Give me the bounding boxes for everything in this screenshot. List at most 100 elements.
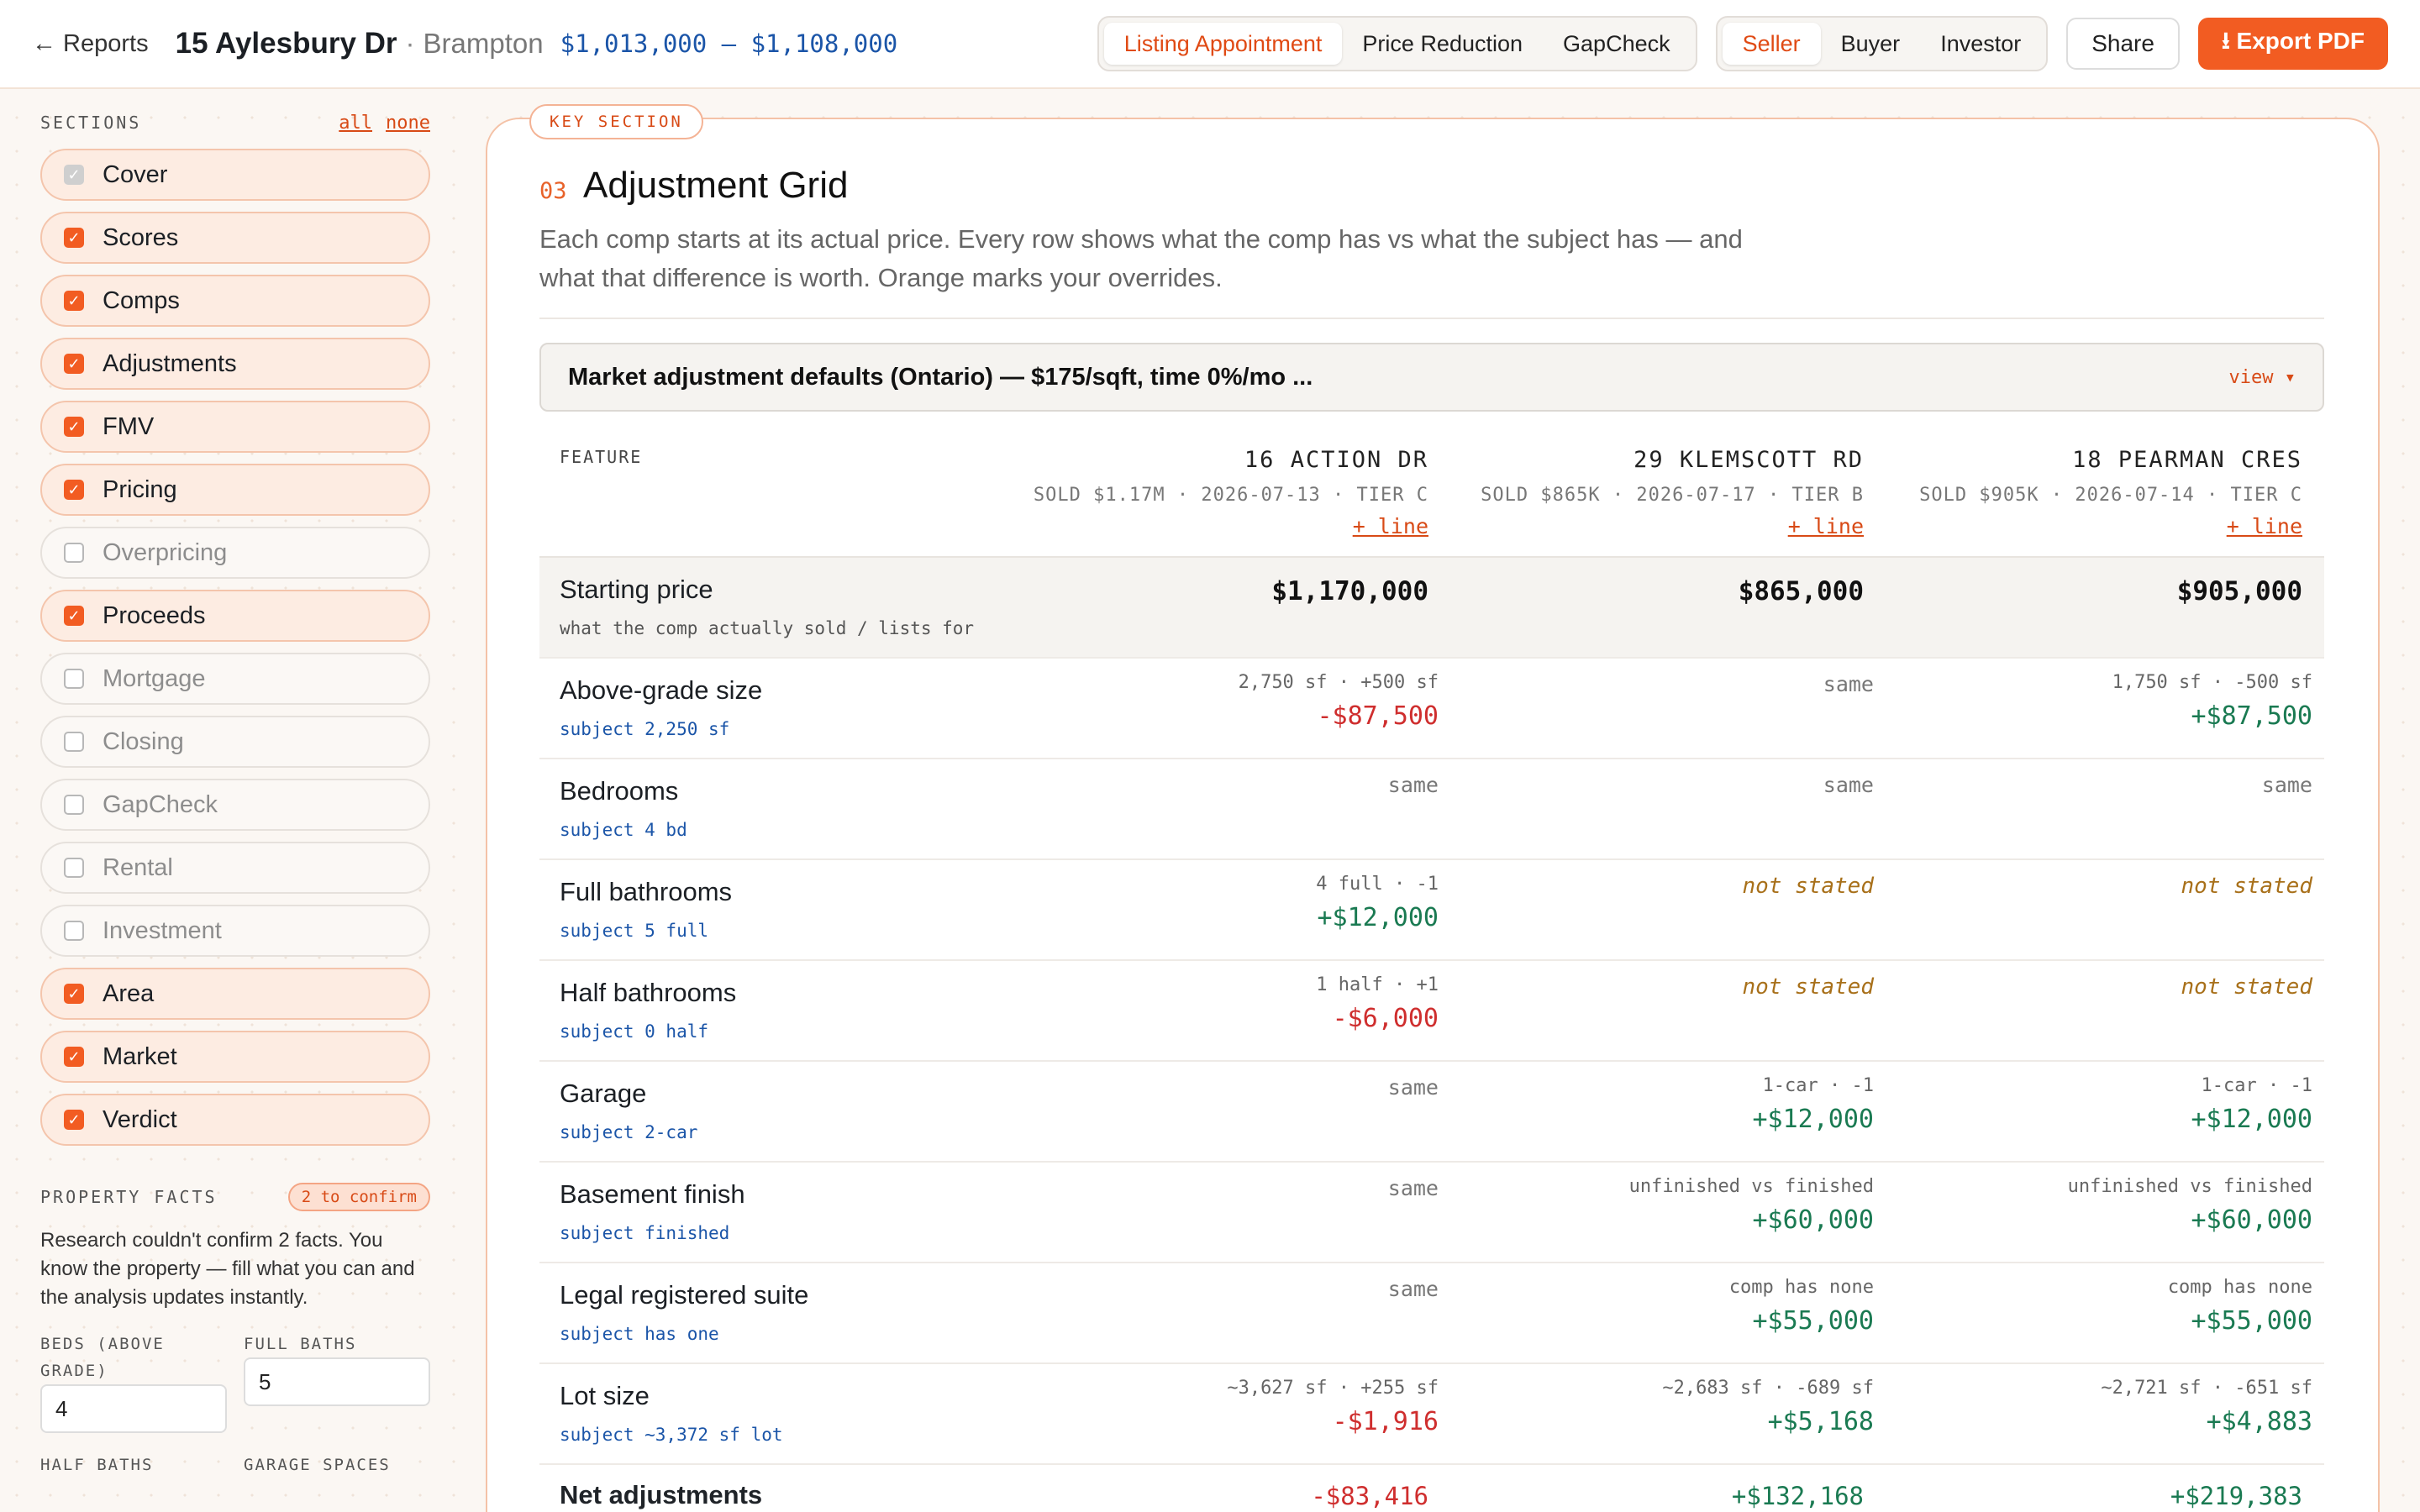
checkbox-checked-icon[interactable]: ✓ <box>64 480 84 500</box>
checkbox-checked-icon[interactable]: ✓ <box>64 228 84 248</box>
adjustment-cell-comp-3[interactable]: 1,750 sf · -500 sf +$87,500 <box>2112 672 2312 731</box>
row-label: Basement finish <box>560 1179 745 1209</box>
adjustment-cell-comp-3[interactable]: ~2,721 sf · -651 sf +$4,883 <box>2101 1378 2312 1436</box>
adjustment-cell-comp-2[interactable]: 1-car · -1 +$12,000 <box>1753 1075 1875 1134</box>
market-defaults-bar[interactable]: Market adjustment defaults (Ontario) — $… <box>539 343 2324 412</box>
adjustment-cell-comp-1[interactable]: 1 half · +1 -$6,000 <box>1316 974 1439 1033</box>
same-label: same <box>2261 773 2312 797</box>
full-baths-input[interactable]: 5 <box>244 1357 430 1406</box>
report-type-gapcheck[interactable]: GapCheck <box>1543 23 1691 65</box>
subject-value: subject ~3,372 sf lot <box>560 1425 783 1445</box>
comp-difference-note: unfinished vs finished <box>2067 1176 2312 1197</box>
checkbox-unchecked-icon[interactable] <box>64 669 84 689</box>
checkbox-checked-icon[interactable]: ✓ <box>64 354 84 374</box>
checkbox-checked-icon[interactable]: ✓ <box>64 984 84 1004</box>
adjustment-row-bedrooms: Bedrooms subject 4 bd same same same <box>539 759 2324 860</box>
subject-value: subject 2,250 sf <box>560 719 730 739</box>
checkbox-checked-icon[interactable]: ✓ <box>64 606 84 626</box>
adjustment-cell-comp-1[interactable]: 4 full · -1 +$12,000 <box>1316 874 1439 932</box>
audience-investor[interactable]: Investor <box>1920 23 2041 65</box>
section-toggle-proceeds[interactable]: ✓ Proceeds <box>40 590 430 642</box>
adjustment-cell-comp-2[interactable]: same <box>1823 672 1874 696</box>
section-toggle-adjustments[interactable]: ✓ Adjustments <box>40 338 430 390</box>
adjustment-amount: +$55,000 <box>1752 1306 1875 1336</box>
section-toggle-gapcheck[interactable]: GapCheck <box>40 779 430 831</box>
section-toggle-scores[interactable]: ✓ Scores <box>40 212 430 264</box>
section-toggle-market[interactable]: ✓ Market <box>40 1031 430 1083</box>
adjustment-amount: +$5,168 <box>1767 1407 1874 1436</box>
select-all-link[interactable]: all <box>339 113 372 134</box>
comp-difference-note: 1-car · -1 <box>1762 1075 1874 1096</box>
adjustment-cell-comp-1[interactable]: 2,750 sf · +500 sf -$87,500 <box>1239 672 1439 731</box>
adjustment-cell-comp-1[interactable]: same <box>1388 1176 1439 1200</box>
report-type-listing-appointment[interactable]: Listing Appointment <box>1103 23 1343 65</box>
section-toggle-fmv[interactable]: ✓ FMV <box>40 401 430 453</box>
section-toggle-label: Adjustments <box>103 349 237 377</box>
adjustment-row-above-grade-size: Above-grade size subject 2,250 sf 2,750 sf… <box>539 659 2324 759</box>
market-defaults-view-toggle[interactable]: view ▾ <box>2229 367 2296 388</box>
section-toggle-label: Market <box>103 1042 177 1070</box>
checkbox-checked-icon[interactable]: ✓ <box>64 417 84 437</box>
comp-difference-note: 1,750 sf · -500 sf <box>2112 672 2312 693</box>
checkbox-unchecked-icon[interactable] <box>64 858 84 878</box>
add-line-button[interactable]: + line <box>1919 514 2302 538</box>
back-to-reports-link[interactable]: ← Reports <box>32 30 149 58</box>
section-toggle-pricing[interactable]: ✓ Pricing <box>40 464 430 516</box>
section-toggle-comps[interactable]: ✓ Comps <box>40 275 430 327</box>
section-toggle-rental[interactable]: Rental <box>40 842 430 894</box>
adjustment-cell-comp-2[interactable]: unfinished vs finished +$60,000 <box>1629 1176 1874 1235</box>
adjustment-cell-comp-3[interactable]: not stated <box>2181 974 2312 1000</box>
adjustment-cell-comp-3[interactable]: 1-car · -1 +$12,000 <box>2191 1075 2313 1134</box>
adjustment-cell-comp-2[interactable]: same <box>1823 773 1874 797</box>
export-pdf-button[interactable]: ⭳ Export PDF <box>2197 18 2388 70</box>
adjustment-cell-comp-3[interactable]: not stated <box>2181 874 2312 899</box>
adjustment-cell-comp-2[interactable]: ~2,683 sf · -689 sf +$5,168 <box>1662 1378 1874 1436</box>
comp-header-2: 29 KLEMSCOTT RD SOLD $865K · 2026-07-17 … <box>1481 430 1864 538</box>
adjustment-cell-comp-1[interactable]: same <box>1388 1075 1439 1100</box>
share-button[interactable]: Share <box>2066 18 2180 70</box>
adjustment-cell-comp-3[interactable]: same <box>2262 773 2312 797</box>
adjustment-cell-comp-1[interactable]: ~3,627 sf · +255 sf -$1,916 <box>1227 1378 1439 1436</box>
same-label: same <box>1823 672 1874 696</box>
report-type-price-reduction[interactable]: Price Reduction <box>1342 23 1543 65</box>
select-none-link[interactable]: none <box>386 113 430 134</box>
beds-input[interactable]: 4 <box>40 1384 227 1433</box>
garage-spaces-field-group: GARAGE SPACES <box>244 1452 430 1478</box>
adjustment-cell-comp-3[interactable]: comp has none +$55,000 <box>2168 1277 2312 1336</box>
adjustment-grid: FEATURE 16 ACTION DR SOLD $1.17M · 2026-… <box>539 430 2324 1512</box>
section-toggle-label: Area <box>103 979 155 1007</box>
row-label: Full bathrooms <box>560 877 733 906</box>
checkbox-unchecked-icon[interactable] <box>64 543 84 563</box>
same-label: same <box>1387 1176 1439 1200</box>
section-toggle-overpricing[interactable]: Overpricing <box>40 527 430 579</box>
adjustment-row-lot-size: Lot size subject ~3,372 sf lot ~3,627 sf ·… <box>539 1364 2324 1465</box>
checkbox-unchecked-icon[interactable] <box>64 732 84 752</box>
adjustment-cell-comp-3[interactable]: unfinished vs finished +$60,000 <box>2068 1176 2312 1235</box>
comp-name: 16 ACTION DR <box>1244 447 1428 473</box>
section-list: ✓ Cover ✓ Scores ✓ Comps ✓ Adjustments ✓ FMV ✓ Pric… <box>40 149 430 1146</box>
checkbox-checked-icon[interactable]: ✓ <box>64 165 84 185</box>
comp-difference-note: comp has none <box>1728 1277 1874 1298</box>
audience-buyer[interactable]: Buyer <box>1821 23 1921 65</box>
checkbox-checked-icon[interactable]: ✓ <box>64 1047 84 1067</box>
adjustment-cell-comp-2[interactable]: not stated <box>1742 974 1874 1000</box>
checkbox-unchecked-icon[interactable] <box>64 921 84 941</box>
audience-seller[interactable]: Seller <box>1722 23 1821 65</box>
adjustment-amount: +$60,000 <box>1752 1205 1875 1235</box>
checkbox-checked-icon[interactable]: ✓ <box>64 291 84 311</box>
section-toggle-cover[interactable]: ✓ Cover <box>40 149 430 201</box>
add-line-button[interactable]: + line <box>1034 514 1428 538</box>
section-toggle-area[interactable]: ✓ Area <box>40 968 430 1020</box>
section-toggle-label: FMV <box>103 412 155 440</box>
adjustment-cell-comp-1[interactable]: same <box>1388 1277 1439 1301</box>
checkbox-checked-icon[interactable]: ✓ <box>64 1110 84 1130</box>
section-toggle-investment[interactable]: Investment <box>40 905 430 957</box>
adjustment-cell-comp-2[interactable]: not stated <box>1742 874 1874 899</box>
section-toggle-mortgage[interactable]: Mortgage <box>40 653 430 705</box>
adjustment-cell-comp-2[interactable]: comp has none +$55,000 <box>1729 1277 1874 1336</box>
section-toggle-verdict[interactable]: ✓ Verdict <box>40 1094 430 1146</box>
checkbox-unchecked-icon[interactable] <box>64 795 84 815</box>
section-toggle-closing[interactable]: Closing <box>40 716 430 768</box>
add-line-button[interactable]: + line <box>1481 514 1864 538</box>
adjustment-cell-comp-1[interactable]: same <box>1388 773 1439 797</box>
